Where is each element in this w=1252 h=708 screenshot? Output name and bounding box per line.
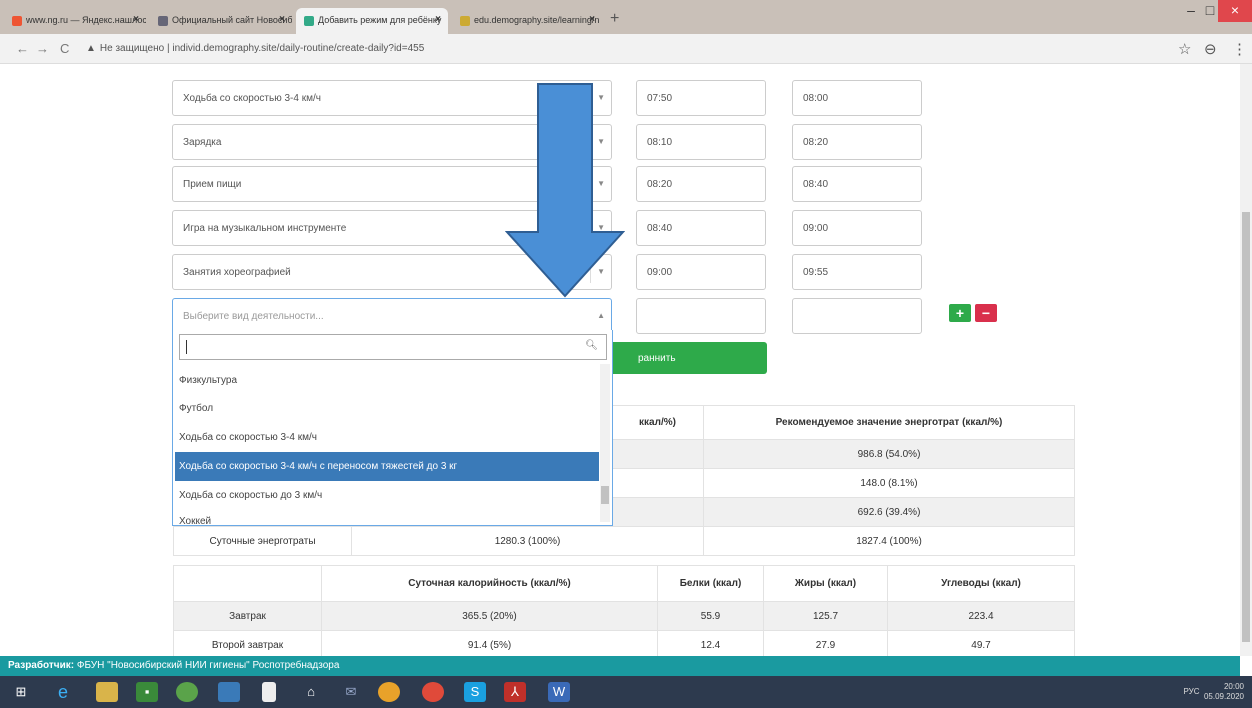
home-icon[interactable]: ⌂ [300,682,322,702]
utorrent-icon[interactable] [176,682,198,702]
end-time-input[interactable]: 08:00 [792,80,922,116]
tab-label: Добавить режим для ребёнку [318,15,442,25]
remove-row-button[interactable]: − [975,304,997,322]
close-icon[interactable]: × [435,14,441,25]
close-icon[interactable]: × [279,14,285,25]
add-row-button[interactable]: + [949,304,971,322]
tab-label: edu.demography.site/learning/n [474,15,600,25]
tab-label: Официальный сайт Новосибир [172,15,292,25]
activity-value: Зарядка [183,137,222,148]
clock-time: 20:00 [1223,682,1244,691]
activity-value: Ходьба со скоростью 3-4 км/ч [183,93,321,104]
start-time-input[interactable]: 07:50 [636,80,766,116]
language-indicator[interactable]: РУС [1183,687,1199,696]
activity-value: Занятия хореографией [183,267,291,278]
end-time-input[interactable]: 08:40 [792,166,922,202]
url-text: individ.demography.site/daily-routine/cr… [172,43,425,54]
activity-placeholder: Выберите вид деятельности... [183,311,324,322]
new-activity-select[interactable]: Выберите вид деятельности... ▲ [172,298,612,334]
maximize-button[interactable]: □ [1202,0,1218,22]
end-time-input[interactable]: 09:00 [792,210,922,246]
url-field[interactable]: ▲ Не защищено | individ.demography.site/d… [86,43,424,54]
site-favicon-icon [460,16,470,26]
close-window-button[interactable]: × [1218,0,1252,22]
menu-icon[interactable]: ⋮ [1232,40,1247,58]
footer-label: Разработчик: [8,660,75,671]
mail-icon[interactable]: ✉ [340,682,362,702]
folder-icon[interactable] [96,682,118,702]
table-row: Завтрак 365.5 (20%) 55.9 125.7 223.4 [173,601,1075,631]
warning-icon: ▲ [86,43,96,54]
save-button[interactable]: раннить [610,342,767,374]
scrollbar-thumb[interactable] [601,486,609,504]
browser-tab-3[interactable]: Добавить режим для ребёнку × [296,8,448,34]
dropdown-option[interactable]: Ходьба со скоростью до 3 км/ч [175,481,599,510]
start-time-input[interactable]: 09:00 [636,254,766,290]
search-icon: 🔍︎ [585,340,598,351]
windows-start-icon[interactable]: ⊞ [10,682,32,702]
pdf-icon[interactable]: ⅄ [504,682,526,702]
system-tray: РУС 20:00 05.09.2020 [1183,682,1244,702]
dropdown-option[interactable]: Хоккей [175,510,599,525]
back-icon[interactable]: ← [16,41,29,56]
dropdown-option[interactable]: Физкультура [175,366,599,395]
site-favicon-icon [158,16,168,26]
start-time-input[interactable] [636,298,766,334]
browser-tab-strip: www.ng.ru — Яндекс.нашлось × Официальный … [0,0,1252,34]
end-time-input[interactable]: 09:55 [792,254,922,290]
close-icon[interactable]: × [589,14,595,25]
meal-table: Суточная калорийность (ккал/%) Белки (кк… [173,565,1075,660]
arrow-down-icon [505,83,625,298]
ie-icon[interactable]: e [52,682,74,702]
address-bar: ← → C ▲ Не защищено | individ.demography.… [0,34,1252,64]
clock-date: 05.09.2020 [1203,692,1244,701]
dropdown-option[interactable]: Футбол [175,394,599,423]
avast-icon[interactable] [378,682,400,702]
document-icon[interactable] [262,682,276,702]
page-footer: Разработчик: ФБУН "Новосибирский НИИ гиг… [0,656,1240,676]
tab-label: www.ng.ru — Яндекс.нашлось [26,15,146,25]
scrollbar-thumb[interactable] [1242,212,1250,642]
store-icon[interactable]: ▪ [136,682,158,702]
browser-tab-4[interactable]: edu.demography.site/learning/n × [452,8,602,34]
activity-value: Игра на музыкальном инструменте [183,223,347,234]
minimize-button[interactable]: – [1180,0,1202,22]
activity-dropdown: 🔍︎ Физкультура Футбол Ходьба со скорость… [172,330,613,526]
skype-icon[interactable]: S [464,682,486,702]
end-time-input[interactable] [792,298,922,334]
table-header-cell: Рекомендуемое значение энерготрат (ккал/… [703,405,1075,440]
footer-text: ФБУН "Новосибирский НИИ гигиены" Роспотр… [74,660,340,671]
start-time-input[interactable]: 08:40 [636,210,766,246]
activity-value: Прием пищи [183,179,242,190]
close-icon[interactable]: × [133,14,139,25]
dropdown-search-input[interactable]: 🔍︎ [179,334,607,360]
reload-icon[interactable]: C [60,41,69,56]
end-time-input[interactable]: 08:20 [792,124,922,160]
windows-taskbar: ⊞ e ▪ ⌂ ✉ S ⅄ W РУС 20:00 05.09.2020 [0,676,1252,708]
table-row: Суточные энерготраты 1280.3 (100%) 1827.4 … [173,526,1075,556]
forward-icon[interactable]: → [36,41,49,56]
chrome-icon[interactable] [422,682,444,702]
monitor-icon[interactable] [218,682,240,702]
site-favicon-icon [304,16,314,26]
save-label: раннить [638,353,676,364]
browser-tab-1[interactable]: www.ng.ru — Яндекс.нашлось × [4,8,146,34]
start-time-input[interactable]: 08:10 [636,124,766,160]
dropdown-option[interactable]: Ходьба со скоростью 3-4 км/ч [175,423,599,452]
account-icon[interactable]: ⊖ [1204,40,1217,58]
star-icon[interactable]: ☆ [1178,40,1191,58]
word-icon[interactable]: W [548,682,570,702]
dropdown-option-highlighted[interactable]: Ходьба со скоростью 3-4 км/ч с переносом… [175,452,599,481]
browser-tab-2[interactable]: Официальный сайт Новосибир × [150,8,292,34]
new-tab-button[interactable]: + [610,10,619,28]
yandex-favicon-icon [12,16,22,26]
security-label: Не защищено [99,43,165,54]
text-cursor [186,340,187,354]
page-scrollbar[interactable] [1240,64,1252,656]
dropdown-scrollbar[interactable] [600,364,610,522]
chevron-up-icon: ▲ [597,311,605,320]
start-time-input[interactable]: 08:20 [636,166,766,202]
